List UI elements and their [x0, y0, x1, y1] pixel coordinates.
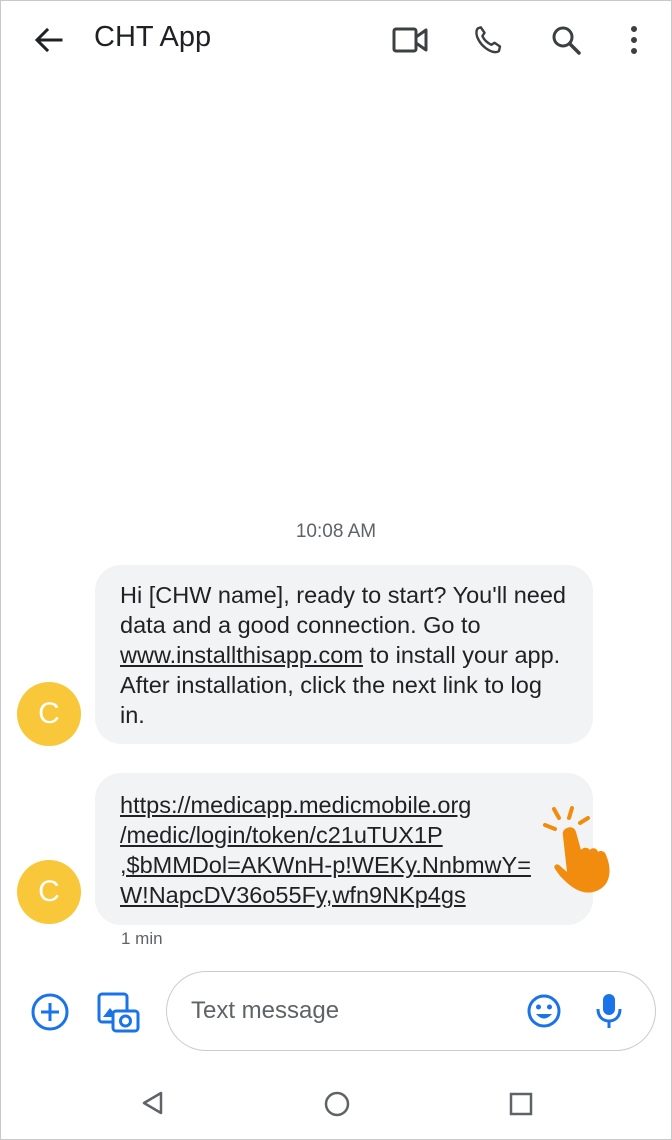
message-timestamp: 10:08 AM [295, 521, 377, 542]
app-bar: CHT App [0, 0, 672, 80]
video-call-icon[interactable] [392, 26, 428, 54]
back-triangle-icon[interactable] [140, 1090, 166, 1116]
back-arrow-icon[interactable] [32, 24, 64, 56]
avatar[interactable]: C [17, 860, 81, 924]
message-time: 1 min [121, 929, 163, 948]
text-message-input[interactable] [191, 994, 511, 1028]
conversation-title: CHT App [94, 21, 212, 53]
compose-field[interactable] [166, 971, 656, 1051]
message-text: Hi [CHW name], ready to start? You'll ne… [120, 582, 566, 638]
tap-hand-icon [543, 806, 610, 893]
more-vert-icon[interactable] [626, 24, 642, 56]
avatar[interactable]: C [17, 682, 81, 746]
emoji-icon[interactable] [526, 993, 562, 1029]
gallery-camera-icon[interactable] [96, 991, 140, 1033]
login-link-line[interactable]: ,$bMMDol=AKWnH-p!WEKy.NnbmwY= [120, 850, 571, 880]
system-nav-bar [0, 1070, 672, 1138]
search-icon[interactable] [550, 24, 582, 56]
install-link[interactable]: www.installthisapp.com [120, 642, 363, 668]
recents-square-icon[interactable] [508, 1091, 534, 1117]
message-bubble[interactable]: https://medicapp.medicmobile.org /medic/… [95, 773, 593, 925]
add-icon[interactable] [30, 992, 70, 1032]
login-link-line[interactable]: /medic/login/token/c21uTUX1P [120, 820, 571, 850]
login-link-line[interactable]: https://medicapp.medicmobile.org [120, 790, 571, 820]
mic-icon[interactable] [593, 992, 625, 1030]
phone-icon[interactable] [472, 24, 504, 56]
login-link-line[interactable]: W!NapcDV36o55Fy,wfn9NKp4gs [120, 880, 571, 910]
home-circle-icon[interactable] [323, 1090, 351, 1118]
message-bubble[interactable]: Hi [CHW name], ready to start? You'll ne… [95, 565, 593, 744]
